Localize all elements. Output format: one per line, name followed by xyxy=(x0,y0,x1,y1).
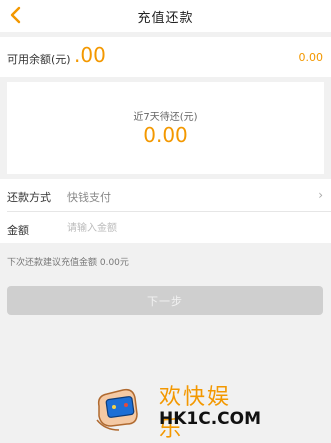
repayment-form: 还款方式 快钱支付 › 金额 xyxy=(0,179,331,243)
watermark-text-en: HK1C.COM xyxy=(159,409,262,429)
top-bar: 充值还款 xyxy=(0,0,331,32)
amount-label: 金额 xyxy=(7,224,29,237)
chevron-right-icon: › xyxy=(318,188,323,202)
due-amount: 0.00 xyxy=(143,123,188,147)
back-arrow-icon[interactable] xyxy=(7,6,25,24)
due-card: 近7天待还(元) 0.00 xyxy=(7,82,324,174)
gamepad-logo-icon xyxy=(96,388,138,431)
suggestion-hint: 下次还款建议充值金额 0.00元 xyxy=(7,258,129,268)
page-title: 充值还款 xyxy=(137,10,194,26)
balance-label: 可用余额(元) xyxy=(7,53,71,66)
payment-method-label: 还款方式 xyxy=(7,191,51,204)
payment-method-row[interactable]: 还款方式 快钱支付 › xyxy=(0,179,331,212)
amount-input[interactable] xyxy=(67,220,307,236)
watermark: 欢快娱乐 HK1C.COM xyxy=(93,376,261,442)
payment-method-value: 快钱支付 xyxy=(67,191,111,204)
next-button[interactable]: 下一步 xyxy=(7,286,323,315)
balance-card: 可用余额(元) .00 0.00 xyxy=(0,37,331,77)
due-label: 近7天待还(元) xyxy=(133,112,198,123)
balance-amount-right: 0.00 xyxy=(298,51,324,64)
balance-amount: .00 xyxy=(74,43,106,67)
amount-row: 金额 xyxy=(0,212,331,244)
